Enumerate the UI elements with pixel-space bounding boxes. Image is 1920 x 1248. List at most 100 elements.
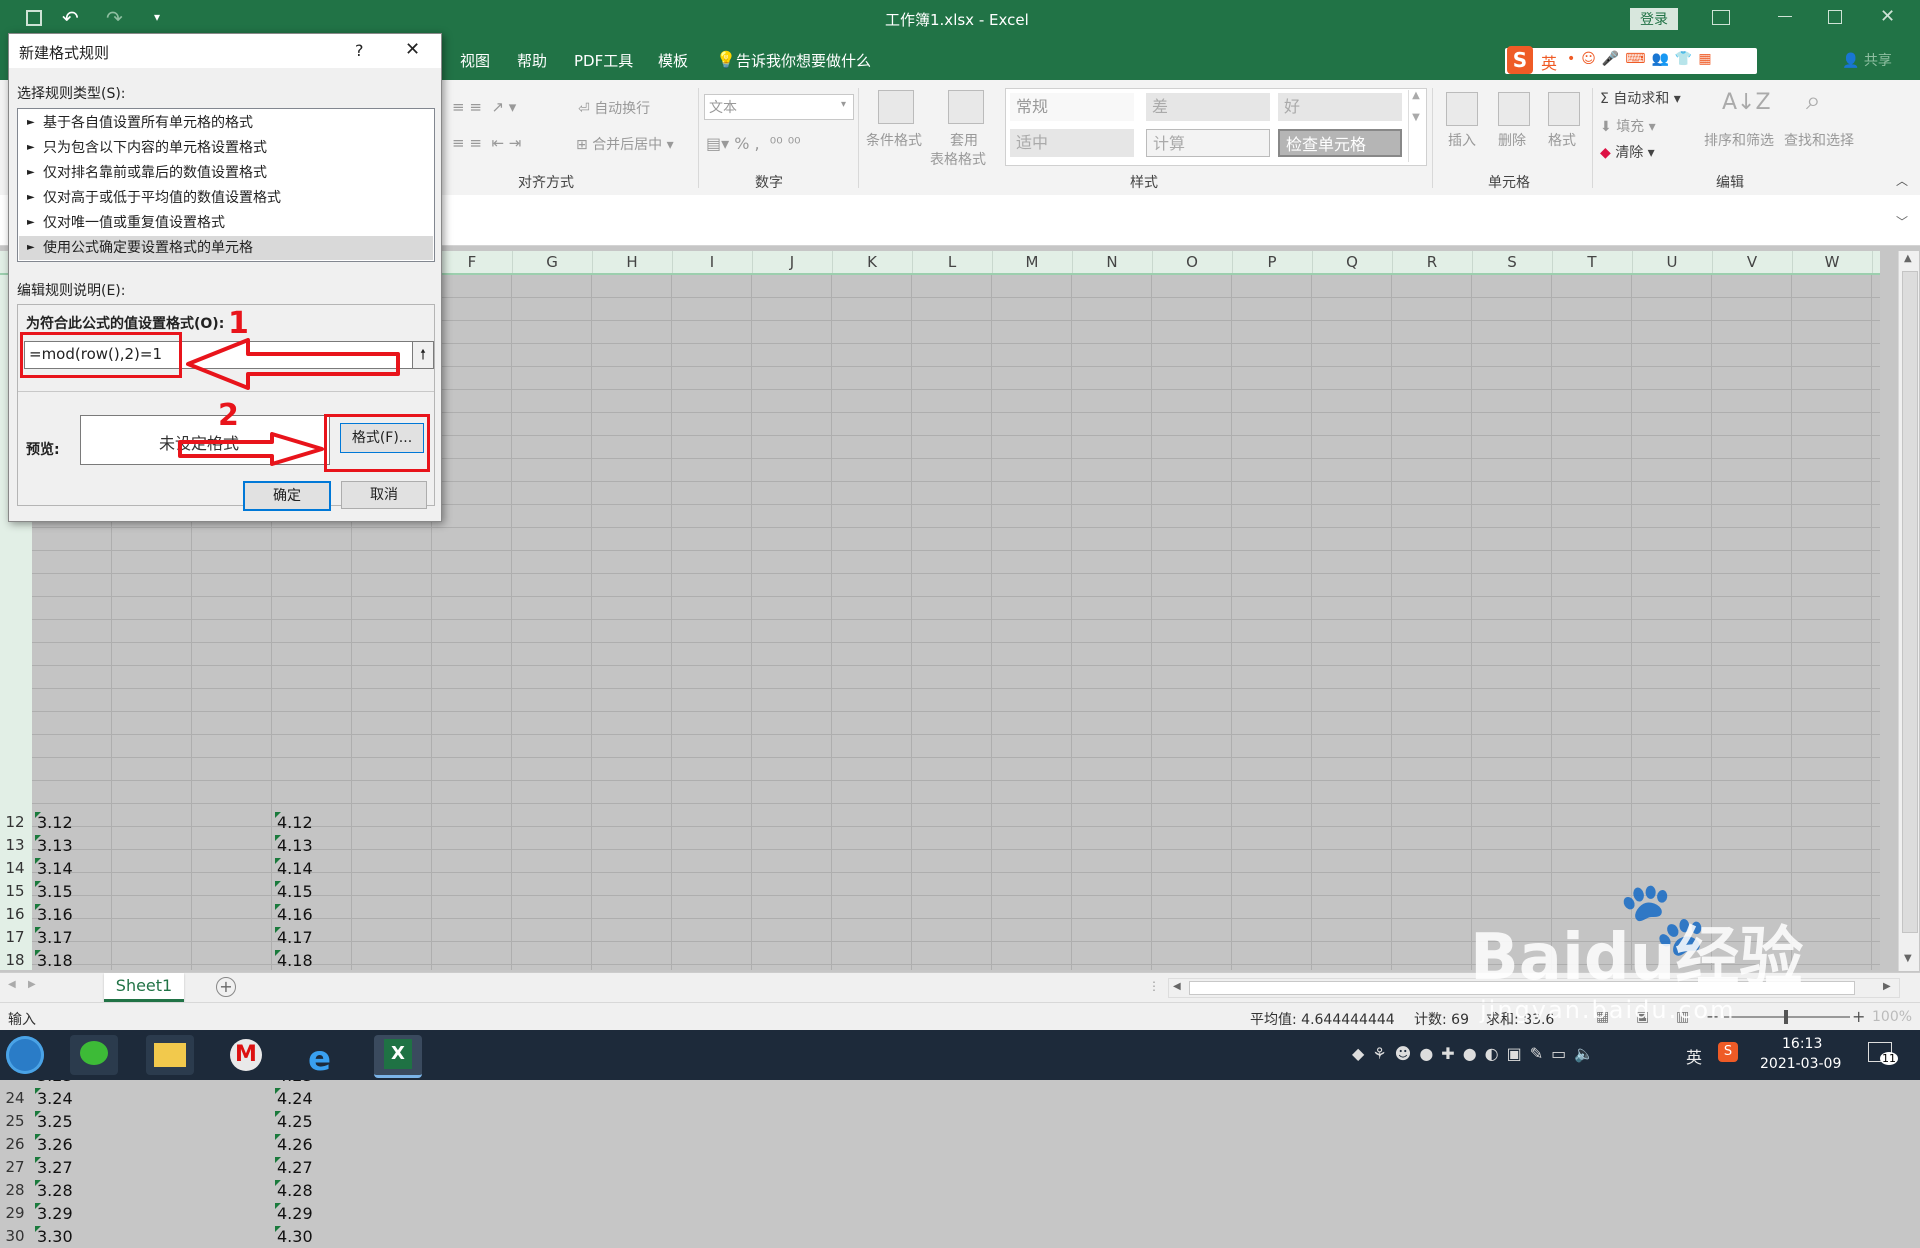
find-select-button[interactable]: 查找和选择 <box>1784 130 1854 150</box>
formula-expand-icon[interactable]: ﹀ <box>1896 213 1908 230</box>
style-normal[interactable]: 常规 <box>1010 93 1134 121</box>
cell-d[interactable]: 4.26 <box>274 1133 313 1156</box>
sheet-nav-prev-icon[interactable]: ◀ <box>8 979 16 990</box>
row-header[interactable]: 25 <box>0 1110 30 1133</box>
sogou-tray-icon[interactable]: S <box>1718 1042 1738 1062</box>
conditional-format-button[interactable]: 条件格式 <box>866 130 922 150</box>
clock-time[interactable]: 16:13 <box>1782 1036 1822 1052</box>
cell-a[interactable]: 3.30 <box>34 1225 73 1248</box>
fill-button[interactable]: ⬇ 填充 ▾ <box>1600 116 1656 136</box>
column-header[interactable]: L <box>912 251 993 273</box>
column-header[interactable]: F <box>432 251 513 273</box>
cancel-button[interactable]: 取消 <box>341 481 427 509</box>
clear-button[interactable]: ◆ 清除 ▾ <box>1600 142 1655 162</box>
column-header[interactable]: R <box>1392 251 1473 273</box>
column-header[interactable]: K <box>832 251 913 273</box>
row-header[interactable]: 27 <box>0 1156 30 1179</box>
styles-scroll-icon[interactable]: ▲ ▼ <box>1408 90 1423 162</box>
column-header[interactable]: W <box>1792 251 1873 273</box>
sort-filter-button[interactable]: 排序和筛选 <box>1704 130 1774 150</box>
column-header[interactable]: Q <box>1312 251 1393 273</box>
login-button[interactable]: 登录 <box>1630 8 1678 30</box>
ime-indicator[interactable]: 英 <box>1686 1044 1702 1068</box>
sheet-tab-sheet1[interactable]: Sheet1 <box>104 973 184 1002</box>
row-header[interactable]: 17 <box>0 926 30 949</box>
zoom-slider[interactable] <box>1724 1010 1850 1024</box>
minimize-icon[interactable] <box>1778 16 1792 17</box>
share-button[interactable]: 👤 共享 <box>1842 50 1892 70</box>
delete-cells-button[interactable]: 删除 <box>1498 130 1526 150</box>
column-header[interactable]: U <box>1632 251 1713 273</box>
cell-d[interactable]: 4.17 <box>274 926 313 949</box>
insert-cells-button[interactable]: 插入 <box>1448 130 1476 150</box>
ribbon-display-icon[interactable] <box>1712 10 1730 25</box>
cell-d[interactable]: 4.24 <box>274 1087 313 1110</box>
cell-d[interactable]: 4.13 <box>274 834 313 857</box>
row-header[interactable]: 28 <box>0 1179 30 1202</box>
rule-type-item[interactable]: 仅对唯一值或重复值设置格式 <box>19 211 433 235</box>
help-button[interactable]: ? <box>355 41 364 60</box>
excel-taskbar-icon[interactable]: X <box>374 1035 422 1078</box>
app-m-taskbar-icon[interactable]: M <box>222 1035 270 1075</box>
start-button-icon[interactable] <box>6 1036 44 1074</box>
style-good[interactable]: 好 <box>1278 93 1402 121</box>
cell-a[interactable]: 3.27 <box>34 1156 73 1179</box>
close-window-icon[interactable]: ✕ <box>1880 6 1895 27</box>
rule-type-item[interactable]: 基于各自值设置所有单元格的格式 <box>19 111 433 135</box>
rule-type-item[interactable]: 仅对高于或低于平均值的数值设置格式 <box>19 186 433 210</box>
redo-icon[interactable]: ↷ <box>106 6 123 30</box>
cell-d[interactable]: 4.15 <box>274 880 313 903</box>
cell-a[interactable]: 3.26 <box>34 1133 73 1156</box>
style-calc[interactable]: 计算 <box>1146 129 1270 157</box>
clock-date[interactable]: 2021-03-09 <box>1760 1056 1841 1072</box>
save-icon[interactable] <box>26 10 42 26</box>
cell-d[interactable]: 4.28 <box>274 1179 313 1202</box>
cell-d[interactable]: 4.12 <box>274 811 313 834</box>
ie-taskbar-icon[interactable]: e <box>298 1035 346 1079</box>
cell-d[interactable]: 4.18 <box>274 949 313 972</box>
column-header[interactable]: G <box>512 251 593 273</box>
cell-a[interactable]: 3.16 <box>34 903 73 926</box>
tab-view[interactable]: 视图 <box>460 50 490 71</box>
column-header[interactable]: S <box>1472 251 1553 273</box>
row-header[interactable]: 15 <box>0 880 30 903</box>
number-format-select[interactable]: 文本 ▾ <box>704 94 854 120</box>
sheet-nav-next-icon[interactable]: ▶ <box>28 979 36 990</box>
scroll-up-icon[interactable]: ▲ <box>1904 253 1912 264</box>
table-format-line2[interactable]: 表格格式 <box>930 149 986 169</box>
rule-type-item-selected[interactable]: 使用公式确定要设置格式的单元格 <box>19 236 433 260</box>
tab-help[interactable]: 帮助 <box>517 50 547 71</box>
column-header[interactable]: O <box>1152 251 1233 273</box>
cell-a[interactable]: 3.12 <box>34 811 73 834</box>
style-neutral[interactable]: 适中 <box>1010 129 1134 157</box>
tab-pdf-tools[interactable]: PDF工具 <box>574 50 633 71</box>
tab-templates[interactable]: 模板 <box>658 50 688 71</box>
row-header[interactable]: 13 <box>0 834 30 857</box>
sogou-ime-toolbar[interactable]: S 英 •☺🎤⌨👥👕▦ <box>1505 46 1757 74</box>
wechat-taskbar-icon[interactable] <box>70 1035 118 1075</box>
row-header[interactable]: 26 <box>0 1133 30 1156</box>
file-explorer-taskbar-icon[interactable] <box>146 1035 194 1075</box>
style-check-cell[interactable]: 检查单元格 <box>1278 129 1402 157</box>
hscroll-left-icon[interactable]: ◀ <box>1173 981 1181 992</box>
row-header[interactable]: 18 <box>0 949 30 972</box>
tab-split-handle[interactable]: ⋮ <box>1148 979 1160 993</box>
rule-type-item[interactable]: 只为包含以下内容的单元格设置格式 <box>19 136 433 160</box>
row-header[interactable]: 24 <box>0 1087 30 1110</box>
collapse-dialog-icon[interactable]: 🠕 <box>412 341 434 369</box>
cell-a[interactable]: 3.17 <box>34 926 73 949</box>
table-format-line1[interactable]: 套用 <box>950 130 978 150</box>
restore-icon[interactable] <box>1828 10 1842 24</box>
cell-d[interactable]: 4.30 <box>274 1225 313 1248</box>
row-header[interactable]: 29 <box>0 1202 30 1225</box>
cell-a[interactable]: 3.13 <box>34 834 73 857</box>
column-header[interactable]: J <box>752 251 833 273</box>
column-header[interactable]: I <box>672 251 753 273</box>
row-header[interactable]: 30 <box>0 1225 30 1248</box>
cell-a[interactable]: 3.18 <box>34 949 73 972</box>
column-header[interactable]: T <box>1552 251 1633 273</box>
format-cells-button[interactable]: 格式 <box>1548 130 1576 150</box>
tell-me-search[interactable]: 告诉我你想要做什么 <box>736 50 871 71</box>
row-header[interactable]: 16 <box>0 903 30 926</box>
scroll-thumb[interactable] <box>1902 271 1918 933</box>
